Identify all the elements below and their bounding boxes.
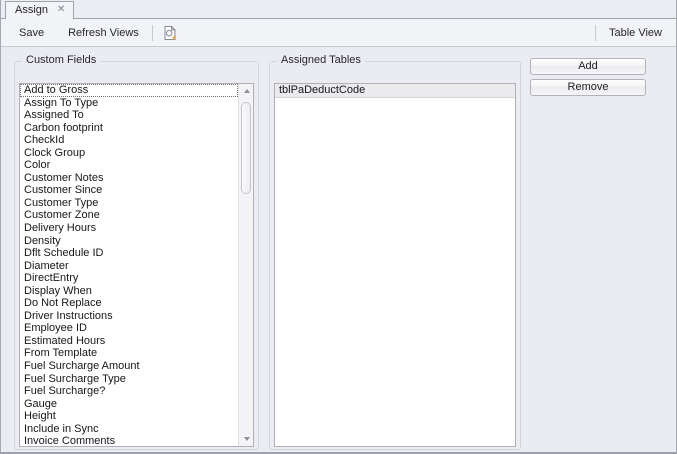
custom-field-item[interactable]: From Template xyxy=(20,347,238,360)
custom-field-item[interactable]: Delivery Hours xyxy=(20,222,238,235)
custom-field-item[interactable]: Invoice Comments xyxy=(20,435,238,446)
custom-field-item[interactable]: CheckId xyxy=(20,134,238,147)
assigned-tables-listbox[interactable]: tblPaDeductCode xyxy=(274,83,516,447)
add-button[interactable]: Add xyxy=(530,58,646,75)
custom-field-item[interactable]: Do Not Replace xyxy=(20,297,238,310)
assigned-table-item[interactable]: tblPaDeductCode xyxy=(275,84,515,98)
table-view-button[interactable]: Table View xyxy=(603,24,668,42)
custom-field-item[interactable]: DirectEntry xyxy=(20,272,238,285)
custom-field-item[interactable]: Clock Group xyxy=(20,147,238,160)
custom-field-item[interactable]: Fuel Surcharge Type xyxy=(20,373,238,386)
custom-field-item[interactable]: Gauge xyxy=(20,398,238,411)
assigned-tables-items: tblPaDeductCode xyxy=(275,84,515,98)
toolbar-separator xyxy=(151,24,153,41)
custom-field-item[interactable]: Fuel Surcharge Amount xyxy=(20,360,238,373)
custom-field-item[interactable]: Include in Sync xyxy=(20,423,238,436)
toolbar-separator-right xyxy=(595,24,596,41)
custom-field-item[interactable]: Customer Notes xyxy=(20,172,238,185)
scroll-down-icon[interactable] xyxy=(239,432,253,446)
assigned-tables-title: Assigned Tables xyxy=(277,54,365,66)
custom-field-item[interactable]: Dflt Schedule ID xyxy=(20,247,238,260)
custom-field-item[interactable]: Customer Zone xyxy=(20,209,238,222)
custom-fields-listbox[interactable]: Add to Gross Assign To Type Assigned To Car… xyxy=(19,83,254,447)
app-window: Assign ✕ Save Refresh Views Table View C… xyxy=(0,0,677,454)
custom-field-item[interactable]: Density xyxy=(20,235,238,248)
custom-field-item[interactable]: Add to Gross xyxy=(20,84,238,97)
custom-fields-scrollbar[interactable] xyxy=(238,84,253,446)
tab-assign[interactable]: Assign ✕ xyxy=(5,1,75,19)
custom-field-item[interactable]: Carbon footprint xyxy=(20,122,238,135)
custom-field-item[interactable]: Driver Instructions xyxy=(20,310,238,323)
custom-field-item[interactable]: Customer Since xyxy=(20,184,238,197)
custom-field-item[interactable]: Height xyxy=(20,410,238,423)
custom-field-item[interactable]: Diameter xyxy=(20,260,238,273)
custom-fields-title: Custom Fields xyxy=(22,54,101,66)
assigned-tables-group: Assigned Tables tblPaDeductCode xyxy=(269,54,521,450)
custom-field-item[interactable]: Fuel Surcharge? xyxy=(20,385,238,398)
tab-close-icon[interactable]: ✕ xyxy=(57,5,65,15)
save-button[interactable]: Save xyxy=(13,24,50,42)
custom-field-item[interactable]: Color xyxy=(20,159,238,172)
custom-field-item[interactable]: Display When xyxy=(20,285,238,298)
custom-field-item[interactable]: Assigned To xyxy=(20,109,238,122)
remove-button[interactable]: Remove xyxy=(530,79,646,96)
custom-field-item[interactable]: Assign To Type xyxy=(20,97,238,110)
toolbar: Save Refresh Views Table View xyxy=(1,19,676,47)
main-content: Custom Fields Add to Gross Assign To Type… xyxy=(1,47,676,452)
custom-field-item[interactable]: Customer Type xyxy=(20,197,238,210)
custom-fields-group: Custom Fields Add to Gross Assign To Type… xyxy=(14,54,259,450)
scroll-up-icon[interactable] xyxy=(239,84,253,98)
refresh-views-button[interactable]: Refresh Views xyxy=(62,24,145,42)
custom-field-item[interactable]: Estimated Hours xyxy=(20,335,238,348)
tab-title: Assign xyxy=(15,4,49,16)
scrollbar-thumb[interactable] xyxy=(241,102,251,194)
print-preview-icon[interactable] xyxy=(160,23,180,43)
custom-field-item[interactable]: Employee ID xyxy=(20,322,238,335)
custom-fields-items: Add to Gross Assign To Type Assigned To Car… xyxy=(20,84,238,446)
tab-strip: Assign ✕ xyxy=(1,0,676,19)
